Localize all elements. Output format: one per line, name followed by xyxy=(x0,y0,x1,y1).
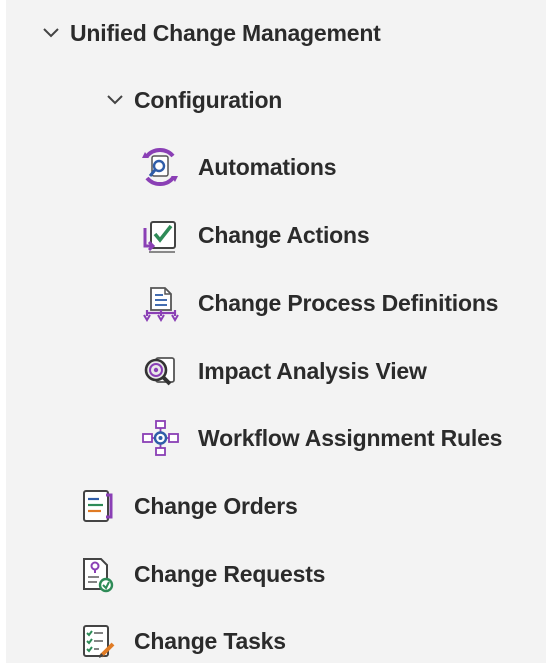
workflow-rules-icon xyxy=(138,416,182,460)
tree-item-label: Change Orders xyxy=(134,492,298,519)
tree-item-label: Change Actions xyxy=(198,221,370,248)
process-definitions-icon xyxy=(138,281,182,325)
navigation-tree: Unified Change Management Configuration … xyxy=(6,0,546,663)
impact-analysis-icon xyxy=(138,349,182,393)
change-tasks-icon xyxy=(74,619,118,663)
tree-item-label: Workflow Assignment Rules xyxy=(198,424,503,451)
tree-item-label: Impact Analysis View xyxy=(198,357,427,384)
tree-item-label: Automations xyxy=(198,153,337,180)
tree-item-label: Change Tasks xyxy=(134,627,286,654)
tree-node-unified-change-management[interactable]: Unified Change Management xyxy=(40,8,381,58)
chevron-down-icon[interactable] xyxy=(104,89,126,111)
change-orders-icon xyxy=(74,484,118,528)
tree-item-label: Change Requests xyxy=(134,560,326,587)
tree-item-change-actions[interactable]: Change Actions xyxy=(138,210,370,260)
tree-item-label: Change Process Definitions xyxy=(198,289,499,316)
tree-item-change-requests[interactable]: Change Requests xyxy=(74,549,325,599)
tree-node-label: Configuration xyxy=(134,86,283,113)
change-requests-icon xyxy=(74,552,118,596)
tree-item-change-tasks[interactable]: Change Tasks xyxy=(74,616,286,666)
tree-item-impact-analysis-view[interactable]: Impact Analysis View xyxy=(138,346,427,396)
tree-node-label: Unified Change Management xyxy=(70,19,381,46)
tree-node-configuration[interactable]: Configuration xyxy=(104,75,282,125)
automations-icon xyxy=(138,145,182,189)
tree-item-change-process-definitions[interactable]: Change Process Definitions xyxy=(138,278,498,328)
tree-item-automations[interactable]: Automations xyxy=(138,142,337,192)
change-actions-icon xyxy=(138,213,182,257)
tree-item-change-orders[interactable]: Change Orders xyxy=(74,481,298,531)
chevron-down-icon[interactable] xyxy=(40,22,62,44)
tree-item-workflow-assignment-rules[interactable]: Workflow Assignment Rules xyxy=(138,413,502,463)
